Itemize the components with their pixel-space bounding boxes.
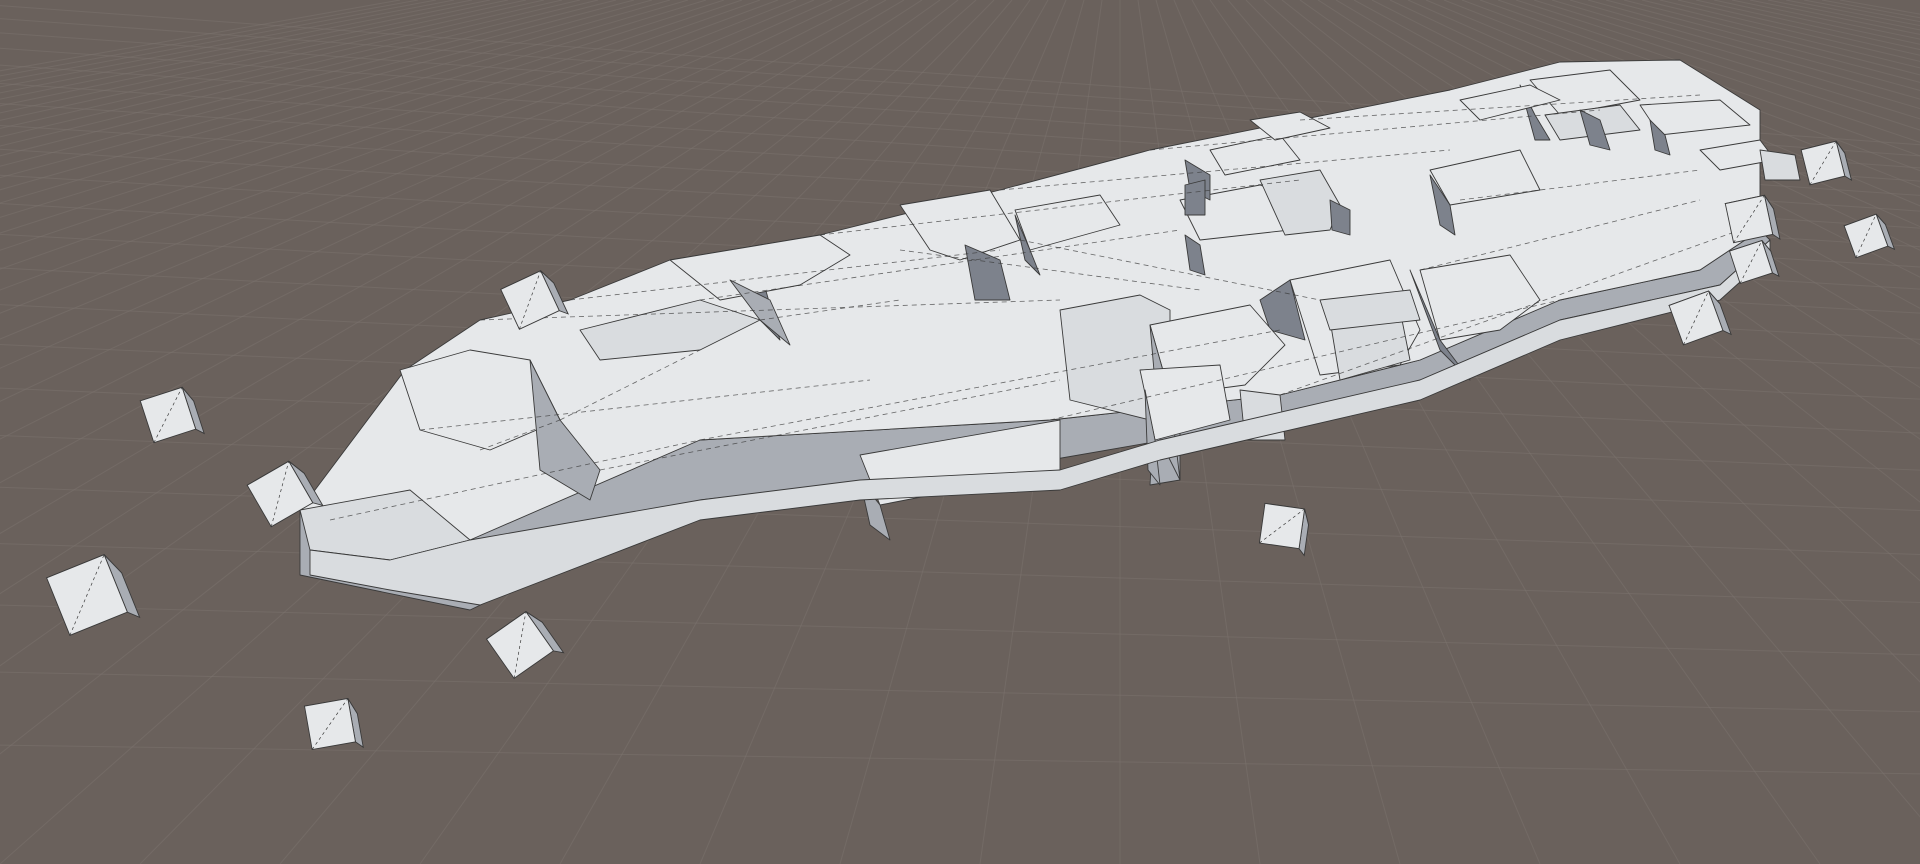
scene-viewport[interactable] [0, 0, 1920, 864]
debris-cube [1258, 502, 1310, 557]
block-side [1184, 179, 1206, 216]
grid-line [0, 543, 1920, 604]
grid-line [0, 744, 1920, 775]
scene-canvas[interactable] [0, 0, 1920, 864]
debris-face [485, 610, 555, 680]
block-top [1759, 149, 1801, 181]
fractured-slab[interactable] [299, 59, 1801, 611]
debris-cube [1843, 213, 1896, 259]
grid-line [0, 604, 1920, 656]
grid-line [1839, 0, 1920, 15]
debris-face [1258, 502, 1306, 550]
debris-face [1724, 194, 1774, 244]
debris-cube [303, 697, 364, 751]
debris-cube [45, 554, 141, 636]
grid-line [0, 671, 1920, 713]
